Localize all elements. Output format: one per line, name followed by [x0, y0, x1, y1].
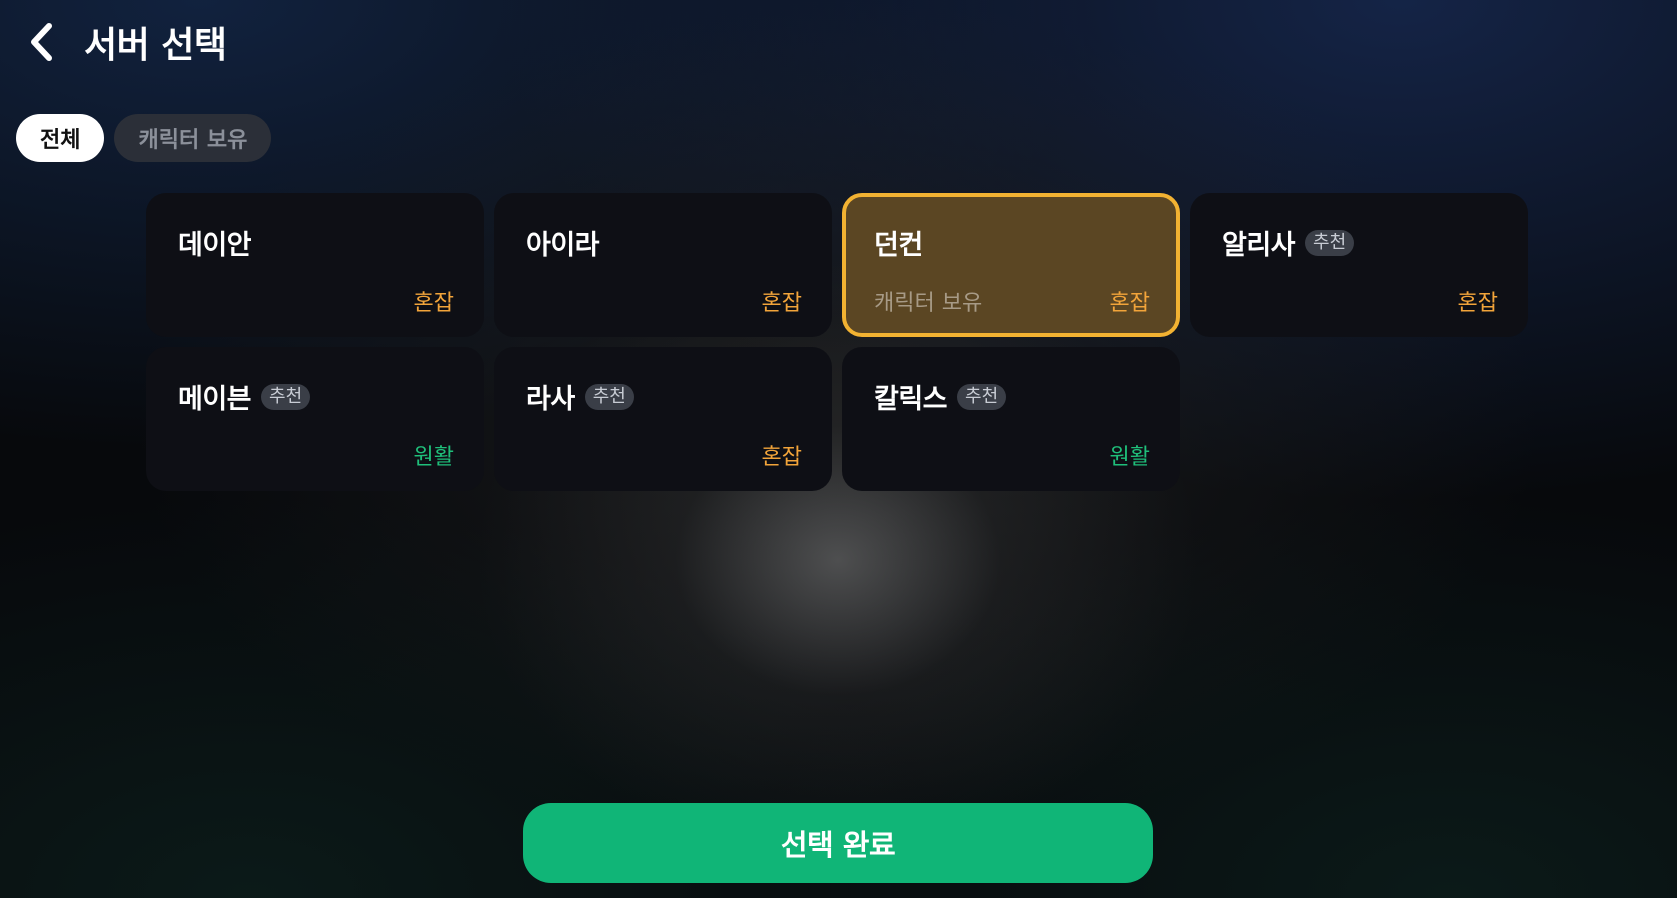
server-card-alisa[interactable]: 알리사 추천 혼잡 — [1190, 193, 1528, 337]
recommended-badge: 추천 — [957, 383, 1007, 410]
filter-chips: 전체 캐릭터 보유 — [16, 114, 272, 162]
filter-chip-has-character[interactable]: 캐릭터 보유 — [114, 114, 272, 162]
server-name: 아이라 — [526, 230, 600, 261]
server-status: 혼잡 — [761, 445, 802, 470]
server-status: 원활 — [1109, 445, 1150, 470]
confirm-selection-button[interactable]: 선택 완료 — [523, 803, 1153, 883]
page-title: 서버 선택 — [84, 25, 227, 66]
chevron-left-icon — [31, 23, 52, 61]
server-card-deian[interactable]: 데이안 혼잡 — [146, 193, 484, 337]
server-status: 원활 — [413, 445, 454, 470]
server-status: 혼잡 — [761, 291, 802, 316]
server-status: 혼잡 — [1109, 291, 1150, 316]
server-status: 혼잡 — [1457, 291, 1498, 316]
server-card-duncan[interactable]: 던컨 캐릭터 보유 혼잡 — [842, 193, 1180, 337]
owned-character-label: 캐릭터 보유 — [874, 291, 983, 316]
server-name: 라사 — [526, 384, 575, 415]
recommended-badge: 추천 — [1305, 229, 1355, 256]
server-card-maven[interactable]: 메이븐 추천 원활 — [146, 347, 484, 491]
recommended-badge: 추천 — [584, 383, 634, 410]
server-card-aira[interactable]: 아이라 혼잡 — [494, 193, 832, 337]
server-grid: 데이안 혼잡 아이라 혼잡 던컨 캐릭터 보유 혼잡 알리사 추천 혼잡 메이븐… — [146, 193, 1530, 491]
back-button[interactable] — [22, 20, 62, 64]
filter-chip-all[interactable]: 전체 — [16, 114, 105, 162]
server-status: 혼잡 — [413, 291, 454, 316]
server-name: 던컨 — [874, 230, 923, 261]
server-name: 데이안 — [178, 230, 252, 261]
recommended-badge: 추천 — [261, 383, 311, 410]
server-name: 칼릭스 — [874, 384, 948, 415]
server-name: 메이븐 — [178, 384, 252, 415]
server-card-calix[interactable]: 칼릭스 추천 원활 — [842, 347, 1180, 491]
server-name: 알리사 — [1222, 230, 1296, 261]
server-card-rasa[interactable]: 라사 추천 혼잡 — [494, 347, 832, 491]
